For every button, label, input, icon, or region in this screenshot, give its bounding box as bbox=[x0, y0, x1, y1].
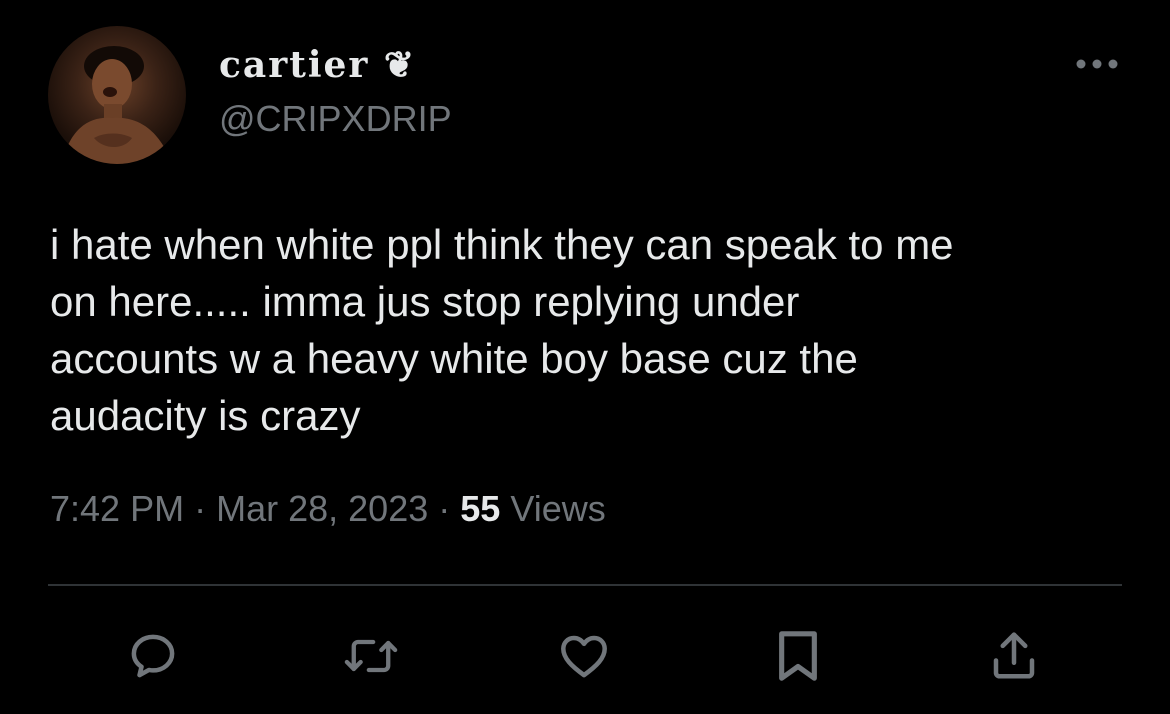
retweet-icon bbox=[344, 639, 398, 673]
display-name[interactable]: cartier ❦ bbox=[219, 44, 416, 86]
like-icon bbox=[561, 635, 607, 678]
tweet-detail: cartier ❦ @CRIPXDRIP i hate when white p… bbox=[0, 0, 1170, 714]
divider bbox=[48, 584, 1122, 586]
more-dots-icon bbox=[1076, 59, 1118, 69]
tweet-date[interactable]: Mar 28, 2023 bbox=[216, 488, 428, 529]
bookmark-icon bbox=[779, 631, 817, 681]
share-button[interactable] bbox=[986, 628, 1042, 684]
tweet-time[interactable]: 7:42 PM bbox=[50, 488, 184, 529]
meta-separator: · bbox=[438, 488, 451, 529]
views-label: Views bbox=[510, 488, 606, 529]
meta-separator: · bbox=[194, 488, 207, 529]
bookmark-button[interactable] bbox=[770, 628, 826, 684]
tweet-meta: 7:42 PM · Mar 28, 2023 · 55 Views bbox=[50, 488, 606, 530]
tweet-text: i hate when white ppl think they can spe… bbox=[50, 221, 954, 439]
like-button[interactable] bbox=[556, 628, 612, 684]
more-options-button[interactable] bbox=[1072, 52, 1122, 76]
share-icon bbox=[993, 632, 1035, 679]
retweet-button[interactable] bbox=[343, 628, 399, 684]
user-handle[interactable]: @CRIPXDRIP bbox=[219, 98, 452, 140]
views-count[interactable]: 55 bbox=[460, 488, 500, 529]
profile-photo-icon bbox=[62, 46, 172, 164]
reply-icon bbox=[131, 634, 175, 678]
reply-button[interactable] bbox=[125, 628, 181, 684]
avatar[interactable] bbox=[48, 26, 186, 164]
